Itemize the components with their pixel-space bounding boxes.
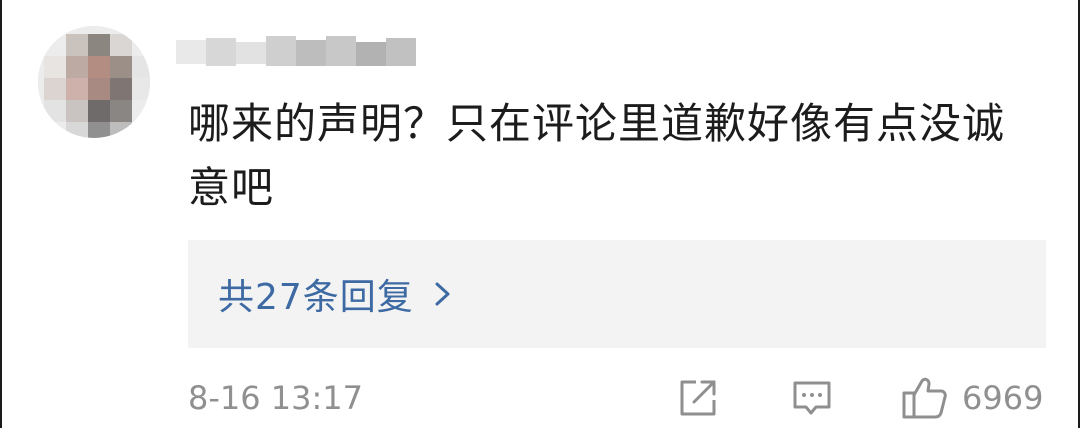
reply-button[interactable] [790,374,838,422]
comment-timestamp: 8-16 13:17 [188,379,364,417]
avatar[interactable] [38,26,150,138]
like-button[interactable]: 6969 [900,374,1043,422]
view-replies-button[interactable]: 共27条回复 [188,240,1046,348]
share-icon [680,380,716,416]
share-button[interactable] [676,374,724,422]
like-count: 6969 [962,379,1044,417]
chevron-right-icon [435,282,450,306]
screen-edge-left [0,0,2,428]
replies-count-label: 共27条回复 [218,277,414,318]
username-blurred[interactable] [176,32,426,72]
reply-comment-icon [793,381,831,415]
thumbs-up-icon [902,377,947,419]
comment-text: 哪来的声明？只在评论里道歉好像有点没诚意吧 [188,99,1006,212]
